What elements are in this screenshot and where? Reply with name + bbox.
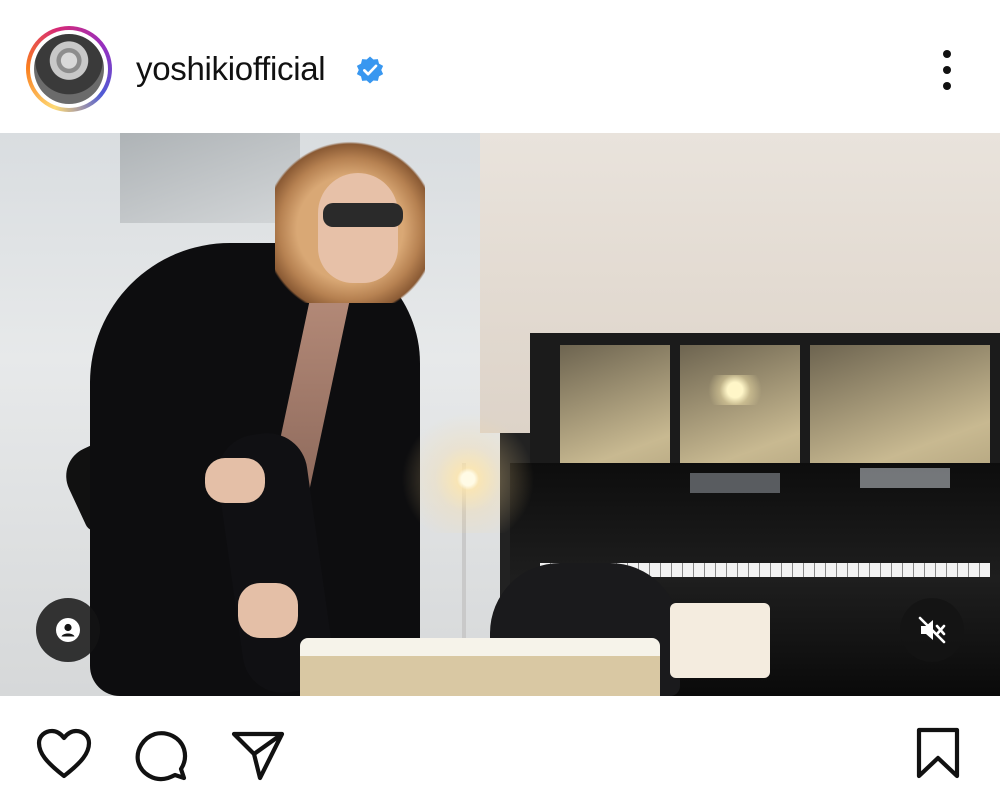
birthday-cake [300,638,660,696]
sparkler [380,413,540,533]
paper-plane-icon[interactable] [230,728,286,784]
avatar[interactable] [34,34,104,104]
verified-badge-icon [356,56,384,84]
comment-bubble-icon[interactable] [133,728,189,784]
username-link[interactable]: yoshikiofficial [136,50,326,88]
post-header: yoshikiofficial [0,0,1000,133]
bookmark-icon[interactable] [915,726,961,780]
tagged-accounts-button[interactable] [36,598,100,662]
user-icon [56,618,80,642]
sunglasses [323,203,403,227]
post-video[interactable] [0,133,1000,696]
story-ring[interactable] [26,26,112,112]
more-options-icon[interactable] [938,50,956,92]
speaker-muted-icon [918,616,946,644]
post-actions-bar [0,696,1000,811]
mute-toggle-button[interactable] [900,598,964,662]
heart-icon[interactable] [36,728,92,780]
small-cake [670,603,770,678]
